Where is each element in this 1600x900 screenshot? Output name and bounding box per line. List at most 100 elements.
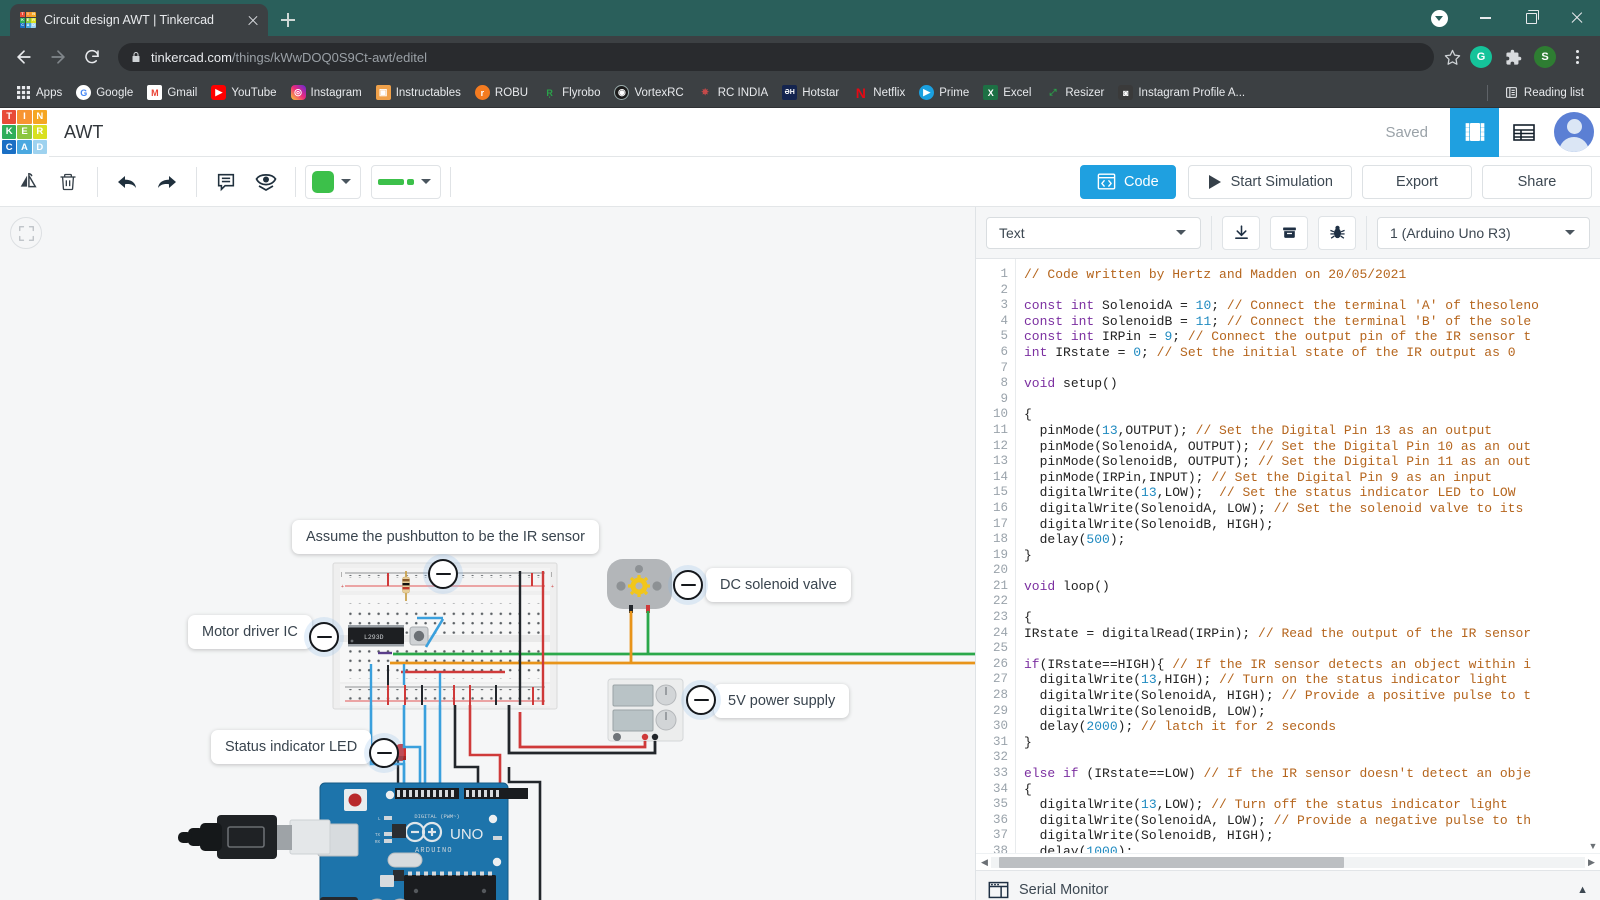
eye-icon[interactable] <box>246 162 286 202</box>
line-number: 32 <box>992 750 1008 765</box>
label-motor-driver[interactable]: Motor driver IC <box>188 615 312 649</box>
bookmark-netflix[interactable]: N Netflix <box>847 82 911 103</box>
bookmark-hotstar[interactable]: ƏH Hotstar <box>776 82 845 103</box>
marker-ir-sensor[interactable] <box>428 559 458 589</box>
scroll-down-arrow-icon[interactable]: ▼ <box>1589 841 1598 851</box>
browser-menu-icon[interactable] <box>1566 46 1588 68</box>
line-number: 34 <box>992 781 1008 796</box>
bug-icon[interactable] <box>1318 215 1356 250</box>
user-avatar[interactable] <box>1548 108 1600 157</box>
color-swatch <box>312 170 334 193</box>
bookmark-resizer[interactable]: ⤢ Resizer <box>1039 82 1110 103</box>
marker-status-led[interactable] <box>369 738 399 768</box>
bookmark-instagram-profile[interactable]: ◙ Instagram Profile A... <box>1112 82 1251 103</box>
components-panel-button[interactable] <box>1450 107 1499 157</box>
bookmark-label: Instagram Profile A... <box>1138 86 1246 99</box>
scroll-left-arrow-icon[interactable]: ◀ <box>978 857 991 868</box>
minimize-window-button[interactable] <box>1462 0 1508 36</box>
bookmark-vortexrc[interactable]: ◉ VortexRC <box>608 82 689 103</box>
svg-text:ARDUINO: ARDUINO <box>415 847 453 855</box>
code-horizontal-scrollbar[interactable]: ◀ ▶ <box>976 853 1600 870</box>
star-icon[interactable] <box>1444 49 1461 65</box>
tinkercad-logo[interactable]: T I N K E R C A D <box>0 107 49 157</box>
rotate-button[interactable] <box>8 162 48 202</box>
marker-motor-driver[interactable] <box>309 622 339 652</box>
bookmark-rcindia[interactable]: ✵ RC INDIA <box>692 82 774 103</box>
chevron-down-icon <box>1176 230 1186 235</box>
scroll-right-arrow-icon[interactable]: ▶ <box>1585 857 1598 868</box>
reload-button[interactable] <box>76 41 108 73</box>
wire-style-picker[interactable] <box>371 164 441 199</box>
code-toolbar-divider <box>1366 215 1367 250</box>
hscroll-track[interactable] <box>991 856 1585 868</box>
bookmark-label: Flyrobo <box>562 86 601 99</box>
bookmark-label: ROBU <box>494 86 529 99</box>
maximize-window-button[interactable] <box>1508 0 1554 36</box>
bookmark-robu[interactable]: r ROBU <box>469 82 534 103</box>
bookmark-apps[interactable]: Apps <box>10 82 68 103</box>
grammarly-extension-icon[interactable]: G <box>1470 46 1492 68</box>
code-vertical-scrollbar[interactable]: ▼ <box>1586 259 1600 853</box>
label-status-led[interactable]: Status indicator LED <box>211 730 372 764</box>
profile-pill-button[interactable] <box>1416 0 1462 36</box>
label-solenoid[interactable]: DC solenoid valve <box>706 568 851 602</box>
archive-icon[interactable] <box>1270 215 1308 250</box>
collapse-serial-monitor-icon[interactable]: ▲ <box>1577 884 1588 896</box>
label-ir-sensor[interactable]: Assume the pushbutton to be the IR senso… <box>292 520 599 554</box>
circuit-canvas[interactable]: + + | | L293D DIGITAL (PWM~) UNO ARDUINO… <box>0 207 975 900</box>
bookmark-gmail[interactable]: M Gmail <box>141 82 203 103</box>
bookmark-label: VortexRC <box>634 86 684 99</box>
line-number: 37 <box>992 828 1008 843</box>
download-icon[interactable] <box>1222 215 1260 250</box>
url-path: /things/kWwDOQ0S9Ct-awt/editel <box>231 49 427 65</box>
bookmark-label: Gmail <box>167 86 198 99</box>
code-line: int IRstate = 0; // Set the initial stat… <box>1024 344 1516 360</box>
gmail-icon: M <box>147 85 163 100</box>
close-tab-icon[interactable] <box>244 11 262 29</box>
note-icon[interactable] <box>206 162 246 202</box>
back-button[interactable] <box>8 41 40 73</box>
color-picker[interactable] <box>305 164 361 199</box>
reading-list-label: Reading list <box>1523 86 1584 99</box>
label-power-supply[interactable]: 5V power supply <box>714 684 850 718</box>
redo-arrow-icon[interactable] <box>147 162 187 202</box>
project-title[interactable]: AWT <box>64 122 103 143</box>
list-view-button[interactable] <box>1499 108 1548 157</box>
bookmark-instructables[interactable]: ▣ Instructables <box>370 82 467 103</box>
code-button[interactable]: Code <box>1079 164 1176 199</box>
browser-profile-icon[interactable]: S <box>1534 46 1556 68</box>
chevron-down-icon <box>1565 230 1575 235</box>
serial-monitor-bar[interactable]: Serial Monitor ▲ <box>976 870 1600 900</box>
bookmark-youtube[interactable]: ▶ YouTube <box>205 82 282 103</box>
marker-power-supply[interactable] <box>686 685 716 715</box>
forward-button[interactable] <box>42 41 74 73</box>
code-line: delay(1000); <box>1024 843 1134 853</box>
bookmark-flyrobo[interactable]: Ŗ Flyrobo <box>536 82 606 103</box>
puzzle-extension-icon[interactable] <box>1502 46 1524 68</box>
new-tab-button[interactable] <box>274 6 302 34</box>
code-text-area[interactable]: // Code written by Hertz and Madden on 2… <box>1016 259 1600 853</box>
bookmark-instagram[interactable]: ◎ Instagram <box>285 82 368 103</box>
bookmark-prime[interactable]: ▶ Prime <box>913 82 975 103</box>
code-editor[interactable]: 1 2 3 4 5 6 7 8 9 10 11 12 13 14 15 16 17 18 19 20 21 22 23 24 2… <box>976 259 1600 853</box>
bookmark-excel[interactable]: X Excel <box>977 82 1037 103</box>
share-button[interactable]: Share <box>1482 164 1592 199</box>
code-toolbar: Text 1 (Arduino Uno R3) <box>976 207 1600 259</box>
board-select[interactable]: 1 (Arduino Uno R3) <box>1377 216 1590 249</box>
browser-tab[interactable]: TIN KER CAD Circuit design AWT | Tinkerc… <box>10 4 268 36</box>
reading-list-button[interactable]: Reading list <box>1498 82 1590 103</box>
close-window-button[interactable] <box>1554 0 1600 36</box>
reading-list-icon <box>1504 85 1519 100</box>
code-line: pinMode(SolenoidB, OUTPUT); // Set the D… <box>1024 454 1532 470</box>
code-mode-select[interactable]: Text <box>986 216 1201 249</box>
start-simulation-button[interactable]: Start Simulation <box>1187 164 1352 199</box>
undo-arrow-icon[interactable] <box>107 162 147 202</box>
address-bar[interactable]: tinkercad.com/things/kWwDOQ0S9Ct-awt/edi… <box>118 43 1434 71</box>
marker-solenoid[interactable] <box>673 570 703 600</box>
trash-icon[interactable] <box>48 162 88 202</box>
export-button[interactable]: Export <box>1362 164 1472 199</box>
bookmark-google[interactable]: G Google <box>70 82 139 103</box>
hscroll-thumb[interactable] <box>999 856 1344 868</box>
